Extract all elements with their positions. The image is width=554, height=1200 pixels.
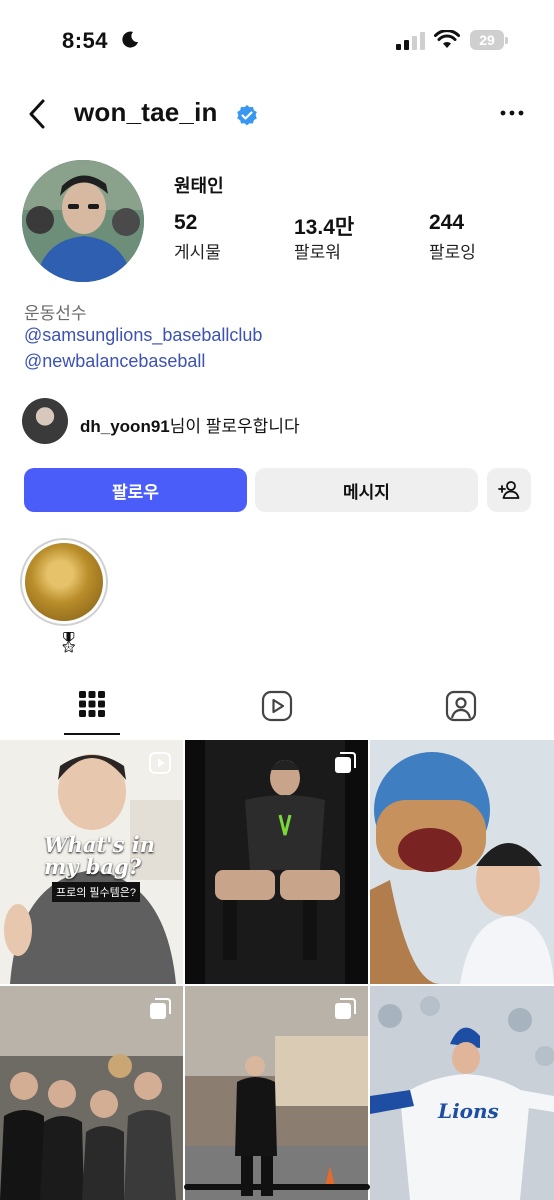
followed-by-suffix: 님이 팔로우합니다	[169, 417, 300, 436]
post-mascot-photo[interactable]	[370, 740, 554, 984]
suggest-people-button[interactable]	[487, 468, 531, 512]
wifi-icon	[434, 30, 460, 48]
following-count[interactable]: 244	[429, 211, 464, 235]
followed-by-text[interactable]: dh_yoon91님이 팔로우합니다	[80, 412, 300, 437]
carousel-icon	[335, 752, 356, 773]
reel-icon	[149, 752, 171, 774]
profile-username: won_tae_in	[74, 97, 218, 127]
post-thumbnail-art	[370, 740, 554, 984]
svg-text:Lions: Lions	[437, 1099, 499, 1123]
active-tab-indicator	[64, 733, 120, 735]
home-indicator	[184, 1184, 370, 1190]
reels-icon[interactable]	[261, 690, 293, 722]
verified-badge-icon	[237, 105, 257, 126]
overlay-caption: 프로의 필수템은?	[52, 882, 141, 902]
highlight-cover	[25, 543, 103, 621]
overlay-line-1: What's in	[44, 832, 155, 857]
bio-link-newbalance[interactable]: @newbalancebaseball	[24, 351, 205, 372]
status-time: 8:54	[62, 28, 109, 53]
tagged-icon[interactable]	[445, 690, 477, 722]
overlay-title: What's in my bag?	[44, 834, 155, 878]
followed-by-user: dh_yoon91	[80, 417, 170, 436]
message-button[interactable]: 메시지	[255, 468, 478, 512]
post-thumbnail-art	[185, 740, 368, 984]
cellular-signal-icon	[396, 32, 425, 50]
avatar-illustration	[22, 160, 144, 282]
battery-tip	[505, 37, 508, 44]
followers-label[interactable]: 팔로워	[294, 238, 341, 263]
mutual-follower-avatar[interactable]	[22, 398, 68, 444]
carousel-icon	[335, 998, 356, 1019]
followers-count[interactable]: 13.4만	[294, 211, 354, 241]
profile-category: 운동선수	[24, 304, 87, 323]
add-person-icon	[498, 481, 520, 499]
posts-label[interactable]: 게시물	[174, 238, 221, 263]
overlay-line-2: my bag?	[44, 854, 142, 879]
following-label[interactable]: 팔로잉	[429, 238, 476, 263]
highlight-label-medal: 🎖	[56, 632, 82, 654]
follow-button[interactable]: 팔로우	[24, 468, 247, 512]
display-name: 원태인	[174, 176, 224, 196]
grid-icon[interactable]	[78, 690, 106, 718]
post-thumbnail-art: Lions	[370, 986, 554, 1200]
profile-avatar[interactable]	[22, 160, 144, 282]
battery-indicator: 29	[470, 30, 504, 50]
moon-icon	[122, 31, 138, 48]
posts-count[interactable]: 52	[174, 211, 197, 235]
post-group-photo[interactable]	[0, 986, 183, 1200]
more-options-icon[interactable]	[500, 108, 524, 118]
back-chevron-icon[interactable]	[26, 98, 48, 130]
post-pitching-photo[interactable]: Lions	[370, 986, 554, 1200]
post-street-photo[interactable]	[185, 986, 368, 1200]
post-whats-in-my-bag[interactable]: What's in my bag? 프로의 필수템은?	[0, 740, 183, 984]
story-highlight[interactable]	[20, 538, 108, 626]
carousel-icon	[150, 998, 171, 1019]
bio-link-samsunglions[interactable]: @samsunglions_baseballclub	[24, 325, 262, 346]
post-gym-photo[interactable]	[185, 740, 368, 984]
